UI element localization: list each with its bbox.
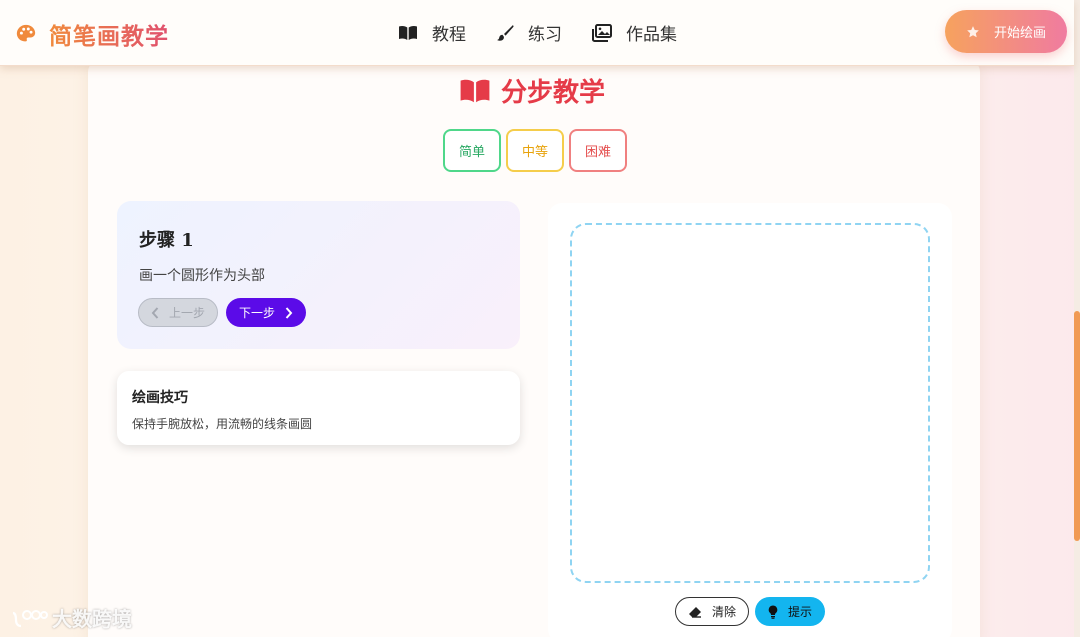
watermark-logo-icon bbox=[12, 609, 48, 627]
nav-item-practice[interactable]: 练习 bbox=[496, 20, 562, 45]
palette-icon bbox=[16, 24, 36, 42]
step-description: 画一个圆形作为头部 bbox=[139, 268, 265, 284]
chevron-right-icon bbox=[285, 306, 293, 319]
step-title: 步骤 1 bbox=[139, 230, 194, 251]
next-step-label: 下一步 bbox=[238, 306, 275, 320]
canvas-card: 清除 提示 bbox=[548, 203, 952, 637]
open-book-icon bbox=[460, 79, 490, 102]
drawing-canvas[interactable] bbox=[570, 223, 930, 583]
scrollbar-thumb[interactable] bbox=[1074, 311, 1080, 541]
main-nav: 教程 练习 作品集 bbox=[398, 20, 707, 45]
level-hard-button[interactable]: 困难 bbox=[569, 129, 627, 172]
brush-icon bbox=[497, 24, 514, 41]
tip-title: 绘画技巧 bbox=[132, 390, 188, 406]
nav-label: 作品集 bbox=[626, 25, 677, 45]
star-icon bbox=[967, 25, 979, 37]
nav-label: 练习 bbox=[528, 25, 562, 45]
clear-label: 清除 bbox=[711, 605, 736, 619]
watermark-text: 大数跨境 bbox=[52, 607, 132, 631]
section-title: 分步教学 bbox=[459, 72, 605, 109]
book-icon bbox=[399, 25, 417, 40]
page-title: 分步教学 bbox=[501, 78, 606, 108]
nav-item-tutorial[interactable]: 教程 bbox=[398, 20, 466, 45]
clear-button[interactable]: 清除 bbox=[675, 597, 749, 626]
difficulty-selector: 简单 中等 困难 bbox=[443, 129, 632, 172]
level-medium-button[interactable]: 中等 bbox=[506, 129, 564, 172]
start-drawing-label: 开始绘画 bbox=[993, 26, 1046, 41]
watermark: 大数跨境 bbox=[10, 603, 132, 632]
chevron-left-icon bbox=[151, 306, 159, 319]
brand[interactable]: 简笔画教学 bbox=[15, 17, 169, 51]
lightbulb-icon bbox=[768, 605, 778, 619]
nav-label: 教程 bbox=[432, 25, 466, 45]
images-icon bbox=[592, 23, 612, 42]
start-drawing-button[interactable]: 开始绘画 bbox=[945, 10, 1067, 53]
level-easy-button[interactable]: 简单 bbox=[443, 129, 501, 172]
nav-item-gallery[interactable]: 作品集 bbox=[592, 20, 677, 45]
eraser-icon bbox=[688, 606, 701, 618]
tip-card: 绘画技巧 保持手腕放松，用流畅的线条画圆 bbox=[117, 371, 520, 445]
next-step-button[interactable]: 下一步 bbox=[226, 298, 306, 327]
prev-step-label: 上一步 bbox=[168, 306, 205, 320]
hint-button[interactable]: 提示 bbox=[755, 597, 825, 626]
hint-label: 提示 bbox=[787, 605, 812, 619]
step-card: 步骤 1 画一个圆形作为头部 上一步 下一步 bbox=[117, 201, 520, 349]
prev-step-button[interactable]: 上一步 bbox=[138, 298, 218, 327]
brand-title: 简笔画教学 bbox=[49, 17, 169, 51]
top-header: 简笔画教学 教程 练习 作品集 开始绘画 bbox=[0, 0, 1074, 66]
tip-text: 保持手腕放松，用流畅的线条画圆 bbox=[132, 417, 313, 431]
